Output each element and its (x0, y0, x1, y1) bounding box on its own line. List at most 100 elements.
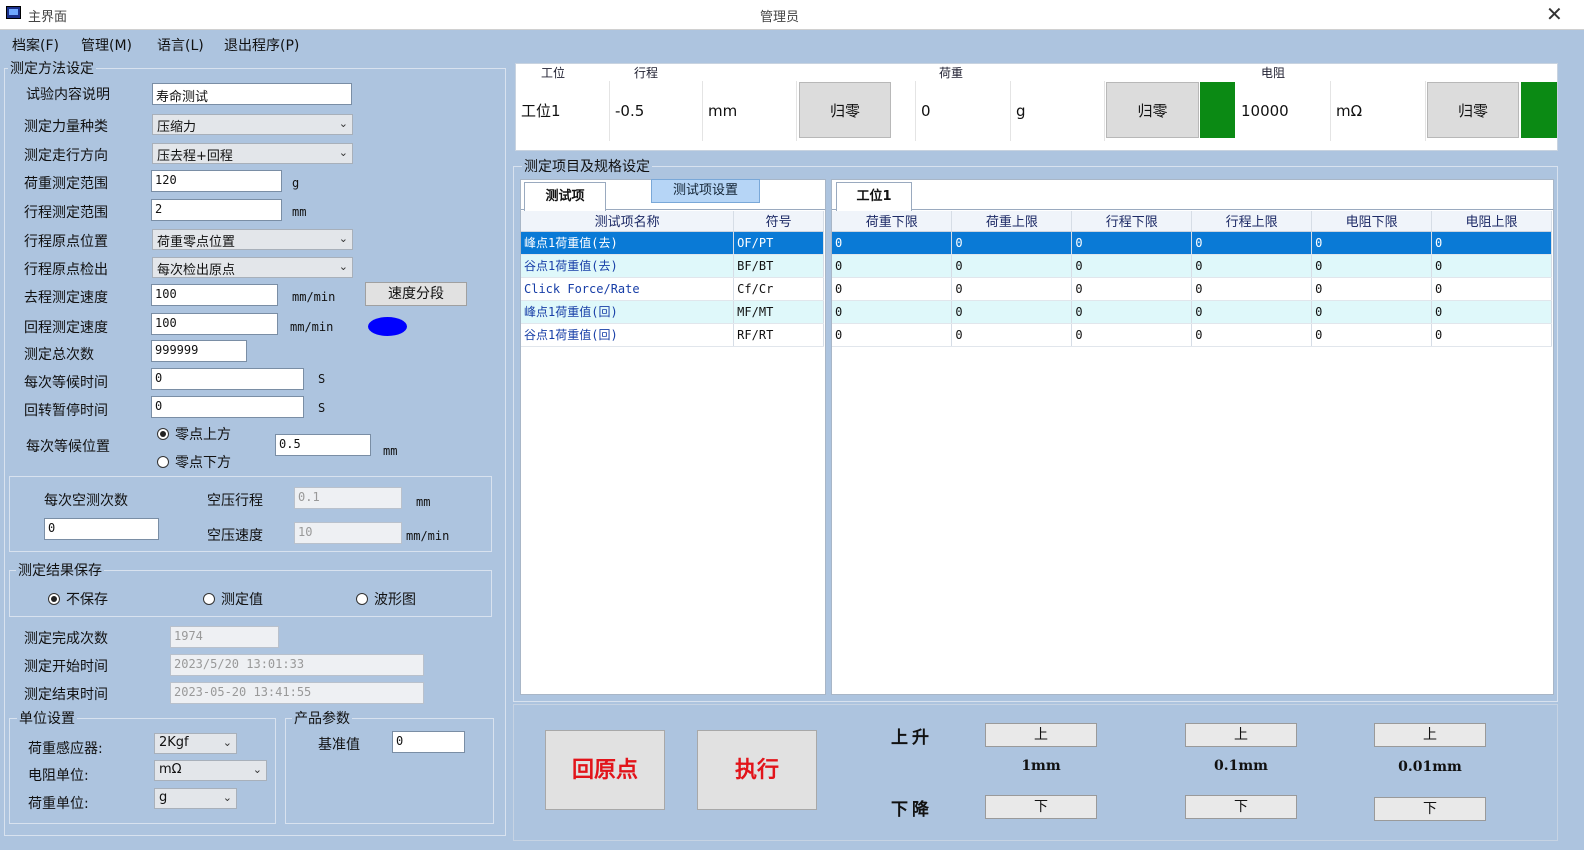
load-range-input[interactable]: 120 (151, 170, 282, 192)
load-range-label: 荷重测定范围 (24, 176, 108, 192)
stroke-zero-button[interactable]: 归零 (799, 82, 891, 138)
limit-cell[interactable]: 0 (832, 254, 953, 278)
tab-test-items[interactable]: 测试项 (524, 182, 606, 211)
load-ok-indicator (1200, 82, 1235, 138)
run-button[interactable]: 执行 (697, 730, 817, 810)
wait-time-input[interactable]: 0 (151, 368, 304, 390)
pause-time-input[interactable]: 0 (151, 396, 304, 418)
wait-pos-input[interactable]: 0.5 (275, 434, 371, 456)
limit-cell[interactable]: 0 (951, 231, 1073, 255)
wait-time-unit: S (318, 372, 326, 386)
empty-speed-input[interactable]: 10 (294, 522, 402, 544)
origin-detect-select[interactable]: 每次检出原点 ⌄ (152, 257, 353, 278)
total-count-input[interactable]: 999999 (151, 340, 247, 362)
resist-unit-select[interactable]: mΩ ⌄ (154, 760, 267, 781)
item-name: 峰点1荷重值(回) (521, 300, 735, 324)
table-row[interactable]: 峰点1荷重值(回) MF/MT (521, 300, 824, 324)
limit-cell[interactable]: 0 (951, 323, 1073, 347)
jog-up-1mm-button[interactable]: 上 (985, 723, 1097, 747)
tab-station-1[interactable]: 工位1 (836, 182, 912, 211)
empty-count-input[interactable]: 0 (44, 518, 159, 540)
limit-cell[interactable]: 0 (951, 254, 1073, 278)
table-row[interactable]: 000000 (832, 300, 1552, 324)
empty-stroke-input[interactable]: 0.1 (294, 487, 402, 509)
table-row[interactable]: 000000 (832, 254, 1552, 278)
table-row[interactable]: 谷点1荷重值(去) BF/BT (521, 254, 824, 278)
fwd-speed-input[interactable]: 100 (151, 284, 278, 306)
limit-cell[interactable]: 0 (1431, 231, 1552, 255)
limit-cell[interactable]: 0 (1311, 231, 1433, 255)
resist-zero-button[interactable]: 归零 (1427, 82, 1519, 138)
limit-cell[interactable]: 0 (832, 323, 953, 347)
limit-cell[interactable]: 0 (1311, 277, 1433, 301)
speed-segment-button[interactable]: 速度分段 (365, 282, 467, 306)
save-wave-option[interactable]: 波形图 (356, 589, 416, 609)
sensor-select[interactable]: 2Kgf ⌄ (154, 733, 237, 754)
radio-icon[interactable] (157, 428, 169, 440)
menu-manage[interactable]: 管理(M) (81, 35, 132, 55)
limit-cell[interactable]: 0 (951, 277, 1073, 301)
wait-pos-unit: mm (383, 444, 398, 458)
table-row[interactable]: 峰点1荷重值(去) OF/PT (521, 231, 824, 255)
limit-cell[interactable]: 0 (1191, 254, 1313, 278)
limit-cell[interactable]: 0 (1071, 277, 1193, 301)
radio-icon[interactable] (48, 593, 60, 605)
limit-cell[interactable]: 0 (1071, 300, 1193, 324)
limit-cell[interactable]: 0 (832, 231, 953, 255)
ref-value-input[interactable]: 0 (392, 731, 465, 753)
jog-down-1mm-button[interactable]: 下 (985, 795, 1097, 819)
force-type-select[interactable]: 压缩力 ⌄ (152, 114, 353, 135)
limit-cell[interactable]: 0 (1071, 254, 1193, 278)
test-item-settings-button[interactable]: 测试项设置 (651, 179, 760, 203)
ret-speed-input[interactable]: 100 (151, 313, 278, 335)
limit-cell[interactable]: 0 (1311, 254, 1433, 278)
limit-cell[interactable]: 0 (1191, 323, 1313, 347)
limit-cell[interactable]: 0 (1311, 300, 1433, 324)
direction-select[interactable]: 压去程+回程 ⌄ (152, 143, 353, 164)
jog-up-0.01mm-button[interactable]: 上 (1374, 723, 1486, 747)
close-icon[interactable]: ✕ (1546, 2, 1563, 26)
limit-cell[interactable]: 0 (1191, 231, 1313, 255)
app-icon (6, 6, 21, 19)
stroke-range-input[interactable]: 2 (151, 199, 282, 221)
limit-cell[interactable]: 0 (1191, 277, 1313, 301)
limit-cell[interactable]: 0 (1431, 300, 1552, 324)
radio-icon[interactable] (157, 456, 169, 468)
limit-cell[interactable]: 0 (1191, 300, 1313, 324)
menu-exit[interactable]: 退出程序(P) (224, 35, 299, 55)
jog-down-0.01mm-button[interactable]: 下 (1374, 797, 1486, 821)
load-zero-button[interactable]: 归零 (1106, 82, 1199, 138)
limit-cell[interactable]: 0 (1431, 323, 1552, 347)
limit-cell[interactable]: 0 (1431, 277, 1552, 301)
done-count-label: 测定完成次数 (24, 631, 108, 647)
table-row[interactable]: Click Force/Rate Cf/Cr (521, 277, 824, 301)
resist-ok-indicator (1521, 82, 1557, 138)
table-row[interactable]: 000000 (832, 231, 1552, 255)
limit-cell[interactable]: 0 (951, 300, 1073, 324)
table-row[interactable]: 000000 (832, 277, 1552, 301)
limit-cell[interactable]: 0 (832, 300, 953, 324)
save-none-option[interactable]: 不保存 (48, 589, 108, 609)
limit-cell[interactable]: 0 (1431, 254, 1552, 278)
load-unit-select[interactable]: g ⌄ (154, 788, 237, 809)
desc-input[interactable]: 寿命测试 (152, 83, 352, 105)
origin-pos-select[interactable]: 荷重零点位置 ⌄ (152, 229, 353, 250)
menu-language[interactable]: 语言(L) (157, 35, 204, 55)
table-row[interactable]: 000000 (832, 323, 1552, 347)
table-row[interactable]: 谷点1荷重值(回) RF/RT (521, 323, 824, 347)
jog-down-0.1mm-button[interactable]: 下 (1185, 795, 1297, 819)
radio-icon[interactable] (203, 593, 215, 605)
limit-cell[interactable]: 0 (1071, 231, 1193, 255)
wait-pos-above-option[interactable]: 零点上方 (157, 424, 231, 444)
limit-cell[interactable]: 0 (1071, 323, 1193, 347)
home-button[interactable]: 回原点 (545, 730, 665, 810)
limit-cell[interactable]: 0 (1311, 323, 1433, 347)
radio-icon[interactable] (356, 593, 368, 605)
limit-cell[interactable]: 0 (832, 277, 953, 301)
menu-file[interactable]: 档案(F) (12, 35, 59, 55)
limits-header-row: 荷重下限 荷重上限 行程下限 行程上限 电阻下限 电阻上限 (832, 211, 1552, 232)
save-wave-label: 波形图 (374, 592, 416, 608)
wait-pos-below-option[interactable]: 零点下方 (157, 452, 231, 472)
jog-up-0.1mm-button[interactable]: 上 (1185, 723, 1297, 747)
save-value-option[interactable]: 测定值 (203, 589, 263, 609)
